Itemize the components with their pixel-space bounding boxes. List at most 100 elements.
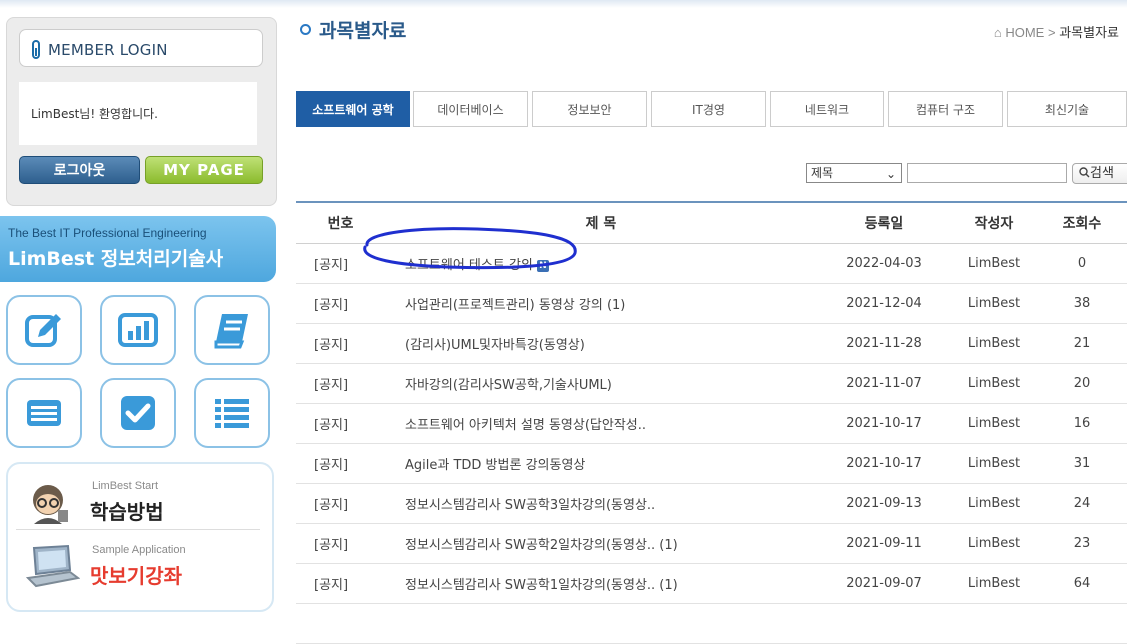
row-date: 2021-09-13 [846,496,922,511]
partial-cell [817,603,951,644]
list-card-tile[interactable] [6,378,82,448]
partial-cell [385,603,817,644]
sample-lecture-subtitle: Sample Application [92,544,186,556]
table-row: [공지] 자바강의(감리사SW공학,기술사UML) 2021-11-07 LimBes… [296,363,1127,404]
row-number: [공지] [314,538,349,553]
table-header-row: 번호 제 목 등록일 작성자 조회수 [296,201,1127,244]
page-title: 과목별자료 [300,16,406,43]
row-date: 2021-10-17 [846,456,922,471]
bar-chart-tile[interactable] [100,295,176,365]
table-row: [공지] 정보시스템감리사 SW공학3일차강의(동영상.. 2021-09-13 Li… [296,483,1127,524]
row-title-link[interactable]: 정보시스템감리사 SW공학2일차강의(동영상.. (1) [405,538,678,553]
tab-latest-tech[interactable]: 최신기술 [1007,91,1127,127]
row-views: 21 [1073,336,1091,351]
col-number: 번호 [296,201,385,244]
search-field-value: 제목 [811,166,834,180]
row-views: 23 [1073,536,1091,551]
row-date: 2021-11-28 [846,336,922,351]
book-tile[interactable] [194,295,270,365]
key-icon [32,40,40,59]
row-date: 2021-09-11 [846,536,922,551]
tab-it-management[interactable]: IT경영 [651,91,766,127]
row-date: 2021-12-04 [846,296,922,311]
row-title-link[interactable]: 자바강의(감리사SW공학,기술사UML) [405,378,612,393]
member-login-box: MEMBER LOGIN LimBest님! 환영합니다. 로그아웃 MY PA… [6,17,277,206]
row-number: [공지] [314,258,349,273]
sample-lecture-link[interactable]: Sample Application 맛보기강좌 [20,538,260,598]
study-method-title: 학습방법 [90,500,164,524]
search-field-select[interactable]: 제목 ⌄ [806,163,902,183]
mypage-button[interactable]: MY PAGE [145,156,263,184]
tab-network[interactable]: 네트워크 [770,91,884,127]
study-method-link[interactable]: LimBest Start 학습방법 [20,472,260,532]
row-title-link[interactable]: (감리사)UML및자바특강(동영상) [405,338,585,353]
partial-cell [951,603,1037,644]
row-number: [공지] [314,378,349,393]
new-badge-icon: N [536,259,549,272]
row-views: 24 [1073,496,1091,511]
table-row: [공지] 사업관리(프로젝트관리) 동영상 강의 (1) 2021-12-04 Lim… [296,283,1127,324]
breadcrumb-home[interactable]: HOME [1005,25,1044,40]
partial-cell [1037,603,1127,644]
table-row: [공지] 소프트웨어 아키텍처 설명 동영상(답안작성.. 2021-10-17 Li… [296,403,1127,444]
col-title: 제 목 [385,201,817,244]
row-date: 2021-10-17 [846,416,922,431]
limbest-banner[interactable]: The Best IT Professional Engineering Lim… [0,216,276,282]
row-views: 38 [1073,296,1091,311]
checkbox-tile[interactable] [100,378,176,448]
book-icon [214,314,248,349]
breadcrumb: ⌂ HOME > 과목별자료 [994,22,1119,41]
main-content: 과목별자료 ⌂ HOME > 과목별자료 소프트웨어 공학 데이터베이스 정보보… [296,0,1127,644]
row-views: 16 [1073,416,1091,431]
row-author: LimBest [967,296,1021,311]
row-author: LimBest [967,336,1021,351]
row-author: LimBest [967,456,1021,471]
table-row: [공지] Agile과 TDD 방법론 강의동영상 2021-10-17 LimBes… [296,443,1127,484]
pencil-note-tile[interactable] [6,295,82,365]
row-date: 2021-09-07 [846,576,922,591]
row-views: 64 [1073,576,1091,591]
row-views: 20 [1073,376,1091,391]
row-title-link[interactable]: 소프트웨어 테스트 강의 [405,258,533,273]
breadcrumb-current: 과목별자료 [1059,25,1119,40]
row-title-link[interactable]: 정보시스템감리사 SW공학3일차강의(동영상.. [405,498,655,513]
row-number: [공지] [314,298,349,313]
tab-software-engineering[interactable]: 소프트웨어 공학 [296,91,410,127]
title-bullet-icon [300,24,311,35]
welcome-panel: LimBest님! 환영합니다. [19,82,257,145]
row-title-link[interactable]: 사업관리(프로젝트관리) 동영상 강의 (1) [405,298,625,313]
partial-cell [296,603,385,644]
pencil-note-icon [25,314,61,347]
banner-tagline: The Best IT Professional Engineering [8,226,207,240]
post-table: 번호 제 목 등록일 작성자 조회수 [공지] 소프트웨어 테스트 강의 N 2022… [296,201,1127,644]
search-button[interactable]: 검색 [1072,163,1127,184]
search-button-label: 검색 [1090,166,1114,181]
breadcrumb-separator: > [1047,25,1056,40]
logout-button[interactable]: 로그아웃 [19,156,140,184]
checkbox-icon [121,396,155,430]
row-number: [공지] [314,418,349,433]
learning-divider [16,529,260,530]
row-author: LimBest [967,256,1021,271]
subject-tabs: 소프트웨어 공학 데이터베이스 정보보안 IT경영 네트워크 컴퓨터 구조 최신… [296,91,1127,129]
row-views: 0 [1077,256,1087,271]
tab-database[interactable]: 데이터베이스 [413,91,528,127]
row-number: [공지] [314,498,349,513]
tab-security[interactable]: 정보보안 [532,91,647,127]
row-views: 31 [1073,456,1091,471]
row-number: [공지] [314,338,349,353]
search-input[interactable] [907,163,1067,183]
tab-computer-architecture[interactable]: 컴퓨터 구조 [888,91,1003,127]
col-views: 조회수 [1037,201,1127,244]
page-title-text: 과목별자료 [319,20,407,42]
row-title-link[interactable]: 소프트웨어 아키텍처 설명 동영상(답안작성.. [405,418,646,433]
chevron-down-icon: ⌄ [885,167,896,181]
home-icon: ⌂ [993,25,1002,40]
student-avatar-icon [33,485,68,524]
row-author: LimBest [967,576,1021,591]
bar-chart-icon [118,313,158,347]
row-title-link[interactable]: 정보시스템감리사 SW공학1일차강의(동영상.. (1) [405,578,678,593]
table-row: [공지] 정보시스템감리사 SW공학2일차강의(동영상.. (1) 2021-09-… [296,523,1127,564]
row-title-link[interactable]: Agile과 TDD 방법론 강의동영상 [405,458,585,473]
bullet-list-tile[interactable] [194,378,270,448]
